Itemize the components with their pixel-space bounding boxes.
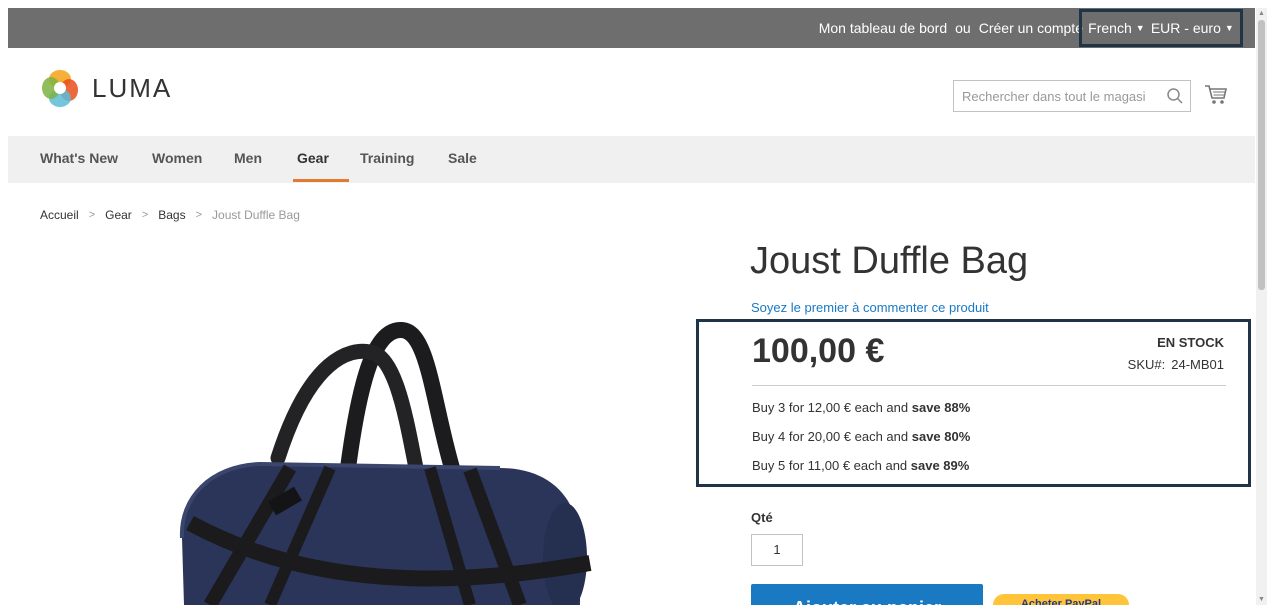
cart-icon[interactable] [1204, 84, 1228, 106]
stock-status: EN STOCK [1157, 335, 1224, 350]
chevron-right-icon: > [141, 209, 149, 221]
currency-switcher[interactable]: EUR - euro ▼ [1151, 20, 1234, 36]
review-link[interactable]: Soyez le premier à commenter ce produit [751, 300, 989, 315]
chevron-down-icon: ▼ [1224, 23, 1234, 33]
breadcrumb-home[interactable]: Accueil [40, 208, 79, 222]
tier-save-text: save 88% [911, 400, 971, 415]
scroll-up-icon[interactable]: ▲ [1256, 8, 1267, 19]
nav-item-training[interactable]: Training [360, 150, 414, 166]
product-image[interactable] [170, 318, 610, 605]
nav-item-gear[interactable]: Gear [297, 150, 329, 166]
chevron-right-icon: > [88, 209, 96, 221]
breadcrumb: Accueil > Gear > Bags > Joust Duffle Bag [40, 208, 300, 222]
tier-price-item: Buy 3 for 12,00 € each and save 88% [752, 400, 970, 415]
language-label: French [1088, 20, 1132, 36]
search-placeholder: Rechercher dans tout le magasi [962, 88, 1146, 104]
dashboard-link[interactable]: Mon tableau de bord [819, 20, 947, 36]
logo-text: LUMA [92, 72, 173, 103]
scroll-thumb[interactable] [1258, 20, 1265, 290]
nav-item-women[interactable]: Women [152, 150, 202, 166]
nav-item-men[interactable]: Men [234, 150, 262, 166]
nav-item-sale[interactable]: Sale [448, 150, 477, 166]
breadcrumb-current: Joust Duffle Bag [212, 208, 300, 222]
language-switcher[interactable]: French ▼ [1088, 20, 1145, 36]
luma-logo-icon [42, 70, 78, 107]
sku: SKU#: 24-MB01 [1128, 357, 1224, 372]
sku-label: SKU#: [1127, 357, 1166, 372]
price-box: 100,00 € EN STOCK SKU#: 24-MB01 Buy 3 for… [696, 319, 1251, 487]
account-links: Mon tableau de bord ou Créer un compte [819, 8, 1083, 48]
tier-price-item: Buy 4 for 20,00 € each and save 80% [752, 429, 970, 444]
chevron-right-icon: > [195, 209, 203, 221]
tier-price-text: Buy 3 for 12,00 € each and [752, 400, 912, 415]
product-title: Joust Duffle Bag [750, 240, 1029, 282]
top-bar: Mon tableau de bord ou Créer un compte F… [8, 8, 1255, 48]
currency-label: EUR - euro [1150, 20, 1221, 36]
product-price: 100,00 € [752, 332, 885, 370]
search-input[interactable]: Rechercher dans tout le magasi [953, 80, 1191, 112]
logo[interactable]: LUMA [40, 68, 172, 108]
tier-price-text: Buy 4 for 20,00 € each and [752, 429, 912, 444]
main-navigation: What's New Women Men Gear Training Sale [8, 136, 1255, 183]
tier-price-text: Buy 5 for 11,00 € each and [752, 458, 911, 473]
qty-input[interactable]: 1 [751, 534, 803, 566]
store-switchers: French ▼ EUR - euro ▼ [1079, 9, 1243, 47]
active-nav-indicator [293, 179, 349, 182]
sku-value: 24-MB01 [1171, 357, 1224, 372]
scrollbar[interactable]: ▲ ▼ [1256, 8, 1267, 605]
search-icon[interactable] [1166, 87, 1184, 105]
add-to-cart-button[interactable]: Ajouter au panier [751, 584, 983, 605]
paypal-button[interactable]: Acheter PayPal [993, 594, 1129, 605]
site-header: LUMA Rechercher dans tout le magasi [8, 48, 1255, 136]
tier-price-item: Buy 5 for 11,00 € each and save 89% [752, 458, 969, 473]
nav-item-whats-new[interactable]: What's New [40, 150, 118, 166]
qty-label: Qté [751, 510, 773, 525]
create-account-link[interactable]: Créer un compte [979, 20, 1083, 36]
or-separator: ou [955, 20, 971, 36]
breadcrumb-gear[interactable]: Gear [105, 208, 132, 222]
breadcrumb-bags[interactable]: Bags [158, 208, 185, 222]
chevron-down-icon: ▼ [1135, 23, 1145, 33]
scroll-down-icon[interactable]: ▼ [1256, 594, 1267, 605]
tier-save-text: save 80% [911, 429, 971, 444]
divider [752, 385, 1226, 386]
tier-save-text: save 89% [910, 458, 970, 473]
